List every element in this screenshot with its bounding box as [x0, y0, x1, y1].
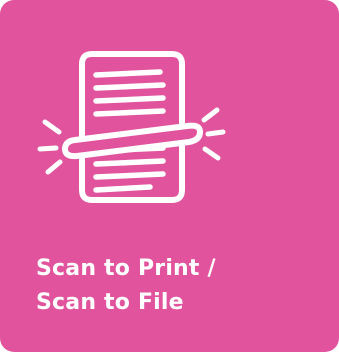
tile-label-line-1: Scan to Print /: [36, 256, 216, 281]
tile-label: Scan to Print / Scan to File: [36, 252, 316, 320]
scan-to-print-scan-to-file-tile[interactable]: Scan to Print / Scan to File: [0, 0, 339, 352]
document-scanner-icon: [32, 32, 232, 232]
tile-label-line-2: Scan to File: [36, 290, 184, 315]
